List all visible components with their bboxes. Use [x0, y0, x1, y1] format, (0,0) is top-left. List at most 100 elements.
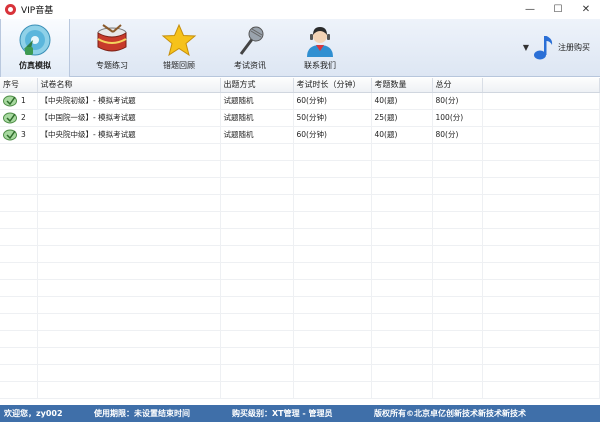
mode-cell: 试题随机 — [220, 126, 294, 144]
empty-cell — [220, 313, 294, 331]
empty-cell — [293, 313, 372, 331]
empty-cell — [0, 381, 38, 399]
empty-cell — [432, 381, 483, 399]
empty-cell — [0, 194, 38, 212]
empty-cell — [293, 296, 372, 314]
empty-cell — [482, 143, 600, 161]
register-purchase-label: 注册购买 — [558, 42, 590, 52]
title-bar: VIP音基 — ☐ ✕ — [0, 0, 600, 19]
empty-cell — [432, 143, 483, 161]
column-header-number[interactable]: 序号 — [0, 78, 38, 93]
duration-cell: 60(分钟) — [293, 92, 372, 110]
table-row[interactable]: 3 【中央院中级】- 模拟考试题 试题随机 60(分钟) 40(题) 80(分) — [0, 126, 600, 144]
column-header-question-count[interactable]: 考题数量 — [371, 78, 433, 93]
tool-label: 仿真模拟 — [19, 61, 51, 70]
empty-row — [0, 381, 600, 399]
microphone-icon — [239, 26, 264, 55]
empty-cell — [482, 194, 600, 212]
tool-topic-practice[interactable]: 专题练习 — [77, 19, 147, 77]
empty-cell — [0, 279, 38, 297]
column-header-mode[interactable]: 出题方式 — [220, 78, 294, 93]
paper-name-cell: 【中央院中级】- 模拟考试题 — [37, 126, 221, 144]
exam-paper-icon — [3, 112, 17, 123]
maximize-button[interactable]: ☐ — [544, 0, 572, 19]
empty-cell — [432, 313, 483, 331]
close-button[interactable]: ✕ — [572, 0, 600, 19]
empty-cell — [293, 245, 372, 263]
empty-cell — [432, 262, 483, 280]
empty-row — [0, 228, 600, 246]
empty-row — [0, 245, 600, 263]
empty-row — [0, 279, 600, 297]
empty-cell — [482, 262, 600, 280]
empty-cell — [220, 228, 294, 246]
duration-cell: 50(分钟) — [293, 109, 372, 127]
empty-row — [0, 177, 600, 195]
empty-row — [0, 330, 600, 348]
mode-cell: 试题随机 — [220, 92, 294, 110]
person-icon — [307, 27, 333, 57]
empty-cell — [371, 381, 433, 399]
empty-cell — [37, 143, 221, 161]
tool-label: 错题回顾 — [163, 61, 195, 70]
row-number: 2 — [21, 113, 26, 122]
empty-cell — [482, 211, 600, 229]
empty-cell — [482, 279, 600, 297]
column-header-paper-name[interactable]: 试卷名称 — [37, 78, 221, 93]
empty-cell — [432, 279, 483, 297]
empty-row — [0, 313, 600, 331]
empty-cell — [220, 262, 294, 280]
empty-cell — [293, 211, 372, 229]
empty-cell — [37, 245, 221, 263]
empty-row — [0, 160, 600, 178]
empty-cell — [0, 364, 38, 382]
tool-exam-news[interactable]: 考试资讯 — [215, 19, 285, 77]
empty-cell — [220, 194, 294, 212]
empty-row — [0, 211, 600, 229]
empty-cell — [371, 364, 433, 382]
column-header-duration[interactable]: 考试时长（分钟） — [293, 78, 372, 93]
empty-cell — [0, 160, 38, 178]
empty-cell — [37, 296, 221, 314]
empty-cell — [37, 279, 221, 297]
empty-cell — [37, 364, 221, 382]
empty-cell — [37, 194, 221, 212]
empty-cell — [220, 364, 294, 382]
usage-period-text: 使用期限：未设置结束时间 — [94, 409, 190, 418]
filler-cell — [482, 109, 600, 127]
column-header-total-score[interactable]: 总分 — [432, 78, 483, 93]
empty-cell — [220, 279, 294, 297]
table-row[interactable]: 1 【中央院初级】- 模拟考试题 试题随机 60(分钟) 40(题) 80(分) — [0, 92, 600, 110]
table-row[interactable]: 2 【中国院一级】- 模拟考试题 试题随机 50(分钟) 25(题) 100(分… — [0, 109, 600, 127]
empty-cell — [220, 143, 294, 161]
tool-simulation[interactable]: 仿真模拟 — [0, 19, 70, 77]
status-bar: 欢迎您，zy002 使用期限：未设置结束时间 购买级别：XT管理 - 管理员 版… — [0, 405, 600, 422]
empty-cell — [37, 228, 221, 246]
welcome-text: 欢迎您，zy002 — [4, 409, 63, 418]
empty-cell — [293, 279, 372, 297]
empty-row — [0, 347, 600, 365]
cd-icon — [19, 24, 51, 56]
empty-cell — [371, 279, 433, 297]
table-body: 1 【中央院初级】- 模拟考试题 试题随机 60(分钟) 40(题) 80(分)… — [0, 92, 600, 399]
empty-cell — [293, 177, 372, 195]
total-score-cell: 80(分) — [432, 126, 483, 144]
register-purchase-button[interactable]: ▼ 注册购买 — [523, 33, 590, 61]
empty-cell — [37, 262, 221, 280]
tool-label: 专题练习 — [96, 61, 128, 70]
empty-row — [0, 364, 600, 382]
column-header-filler — [482, 78, 600, 93]
duration-cell: 60(分钟) — [293, 126, 372, 144]
drum-icon — [97, 24, 127, 52]
minimize-button[interactable]: — — [516, 0, 544, 19]
table-header-row: 序号 试卷名称 出题方式 考试时长（分钟） 考题数量 总分 — [0, 78, 600, 93]
empty-cell — [220, 330, 294, 348]
tool-label: 联系我们 — [304, 61, 336, 70]
tool-contact-us[interactable]: 联系我们 — [285, 19, 355, 77]
empty-cell — [293, 160, 372, 178]
empty-cell — [0, 245, 38, 263]
tool-error-review[interactable]: 错题回顾 — [144, 19, 214, 77]
empty-cell — [220, 160, 294, 178]
copyright-text: 版权所有©北京卓亿创新技术新技术新技术 — [374, 409, 526, 418]
exam-paper-icon — [3, 95, 17, 106]
